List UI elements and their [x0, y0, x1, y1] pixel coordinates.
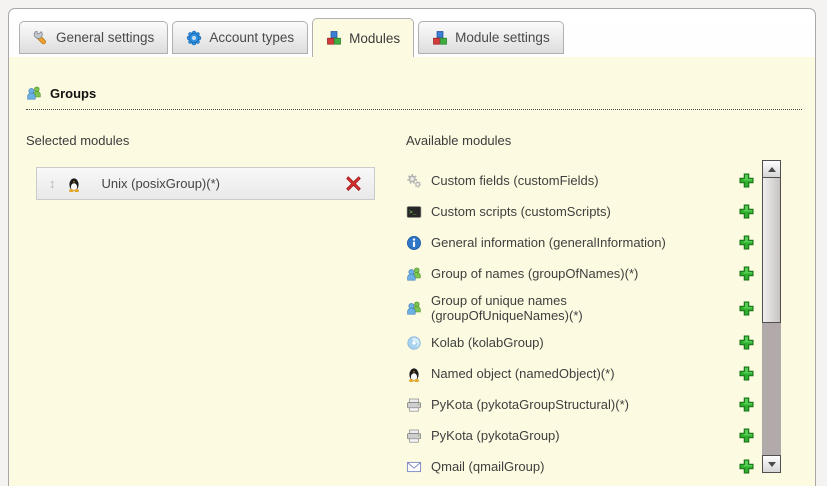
selected-module-row[interactable]: ↕ Unix (posixGroup)(*)	[36, 167, 375, 200]
group-people-icon	[406, 300, 422, 316]
add-module-icon[interactable]	[738, 458, 755, 475]
tab-label: Account types	[209, 30, 294, 45]
tab-label: General settings	[56, 30, 154, 45]
drag-handle-icon[interactable]: ↕	[49, 177, 56, 190]
module-label: Qmail (qmailGroup)	[431, 459, 707, 474]
available-module-row: PyKota (pykotaGroup)	[406, 424, 755, 447]
available-module-row: Kolab (kolabGroup)	[406, 331, 755, 354]
envelope-icon	[406, 459, 422, 475]
add-module-icon[interactable]	[738, 365, 755, 382]
module-label: PyKota (pykotaGroupStructural)(*)	[431, 397, 707, 412]
available-module-row: PyKota (pykotaGroupStructural)(*)	[406, 393, 755, 416]
terminal-icon: >_	[406, 204, 422, 220]
available-module-row: >_ Custom scripts (customScripts)	[406, 200, 755, 223]
printer-icon	[406, 397, 422, 413]
scrollbar-thumb[interactable]	[762, 178, 781, 323]
module-label: Custom scripts (customScripts)	[431, 204, 707, 219]
module-label: Group of names (groupOfNames)(*)	[431, 266, 707, 281]
available-module-row: Qmail (qmailGroup)	[406, 455, 755, 478]
available-module-row: Group of names (groupOfNames)(*)	[406, 262, 755, 285]
group-people-icon	[26, 85, 42, 101]
settings-window: General settings Account types	[8, 8, 816, 486]
add-module-icon[interactable]	[738, 396, 755, 413]
groups-section-header: Groups	[26, 85, 802, 110]
add-module-icon[interactable]	[738, 427, 755, 444]
selected-module-label: Unix (posixGroup)(*)	[102, 176, 220, 191]
scroll-down-button[interactable]	[762, 455, 781, 473]
tux-icon	[406, 366, 422, 382]
gears-icon	[406, 173, 422, 189]
tab-label: Modules	[349, 31, 400, 46]
available-module-row: Group of unique names (groupOfUniqueName…	[406, 293, 755, 323]
kolab-icon	[406, 335, 422, 351]
module-label: Named object (namedObject)(*)	[431, 366, 707, 381]
available-modules-list: Custom fields (customFields) >_ Custom s…	[406, 169, 755, 486]
available-module-row: General information (generalInformation)	[406, 231, 755, 254]
tab-account-types[interactable]: Account types	[172, 21, 308, 54]
triangle-down-icon	[768, 462, 776, 467]
add-module-icon[interactable]	[738, 334, 755, 351]
tab-label: Module settings	[455, 30, 550, 45]
tab-general-settings[interactable]: General settings	[19, 21, 168, 54]
module-label: Group of unique names (groupOfUniqueName…	[431, 293, 707, 323]
scrollbar-track[interactable]	[762, 323, 781, 455]
modules-cubes-icon	[326, 30, 342, 46]
module-label: Kolab (kolabGroup)	[431, 335, 707, 350]
tux-icon	[66, 176, 82, 192]
add-module-icon[interactable]	[738, 234, 755, 251]
available-module-row: Named object (namedObject)(*)	[406, 362, 755, 385]
module-label: General information (generalInformation)	[431, 235, 707, 250]
group-people-icon	[406, 266, 422, 282]
delete-module-icon[interactable]	[345, 175, 362, 192]
available-modules-scrollbar[interactable]	[762, 160, 781, 473]
tab-modules[interactable]: Modules	[312, 18, 414, 57]
printer-icon	[406, 428, 422, 444]
tab-module-settings[interactable]: Module settings	[418, 21, 564, 54]
add-module-icon[interactable]	[738, 300, 755, 317]
available-module-row: Custom fields (customFields)	[406, 169, 755, 192]
add-module-icon[interactable]	[738, 172, 755, 189]
scroll-up-button[interactable]	[762, 160, 781, 178]
add-module-icon[interactable]	[738, 203, 755, 220]
triangle-up-icon	[768, 167, 776, 172]
modules-tab-content: Groups Selected modules Available module…	[9, 57, 815, 486]
modules-cubes-icon	[432, 30, 448, 46]
module-label: PyKota (pykotaGroup)	[431, 428, 707, 443]
selected-modules-heading: Selected modules	[26, 133, 129, 148]
add-module-icon[interactable]	[738, 265, 755, 282]
wrench-icon	[33, 30, 49, 46]
section-title: Groups	[50, 86, 96, 101]
module-label: Custom fields (customFields)	[431, 173, 707, 188]
info-icon	[406, 235, 422, 251]
tab-bar: General settings Account types	[19, 18, 564, 57]
gear-badge-icon	[186, 30, 202, 46]
available-modules-heading: Available modules	[406, 133, 511, 148]
svg-text:>_: >_	[409, 208, 417, 215]
